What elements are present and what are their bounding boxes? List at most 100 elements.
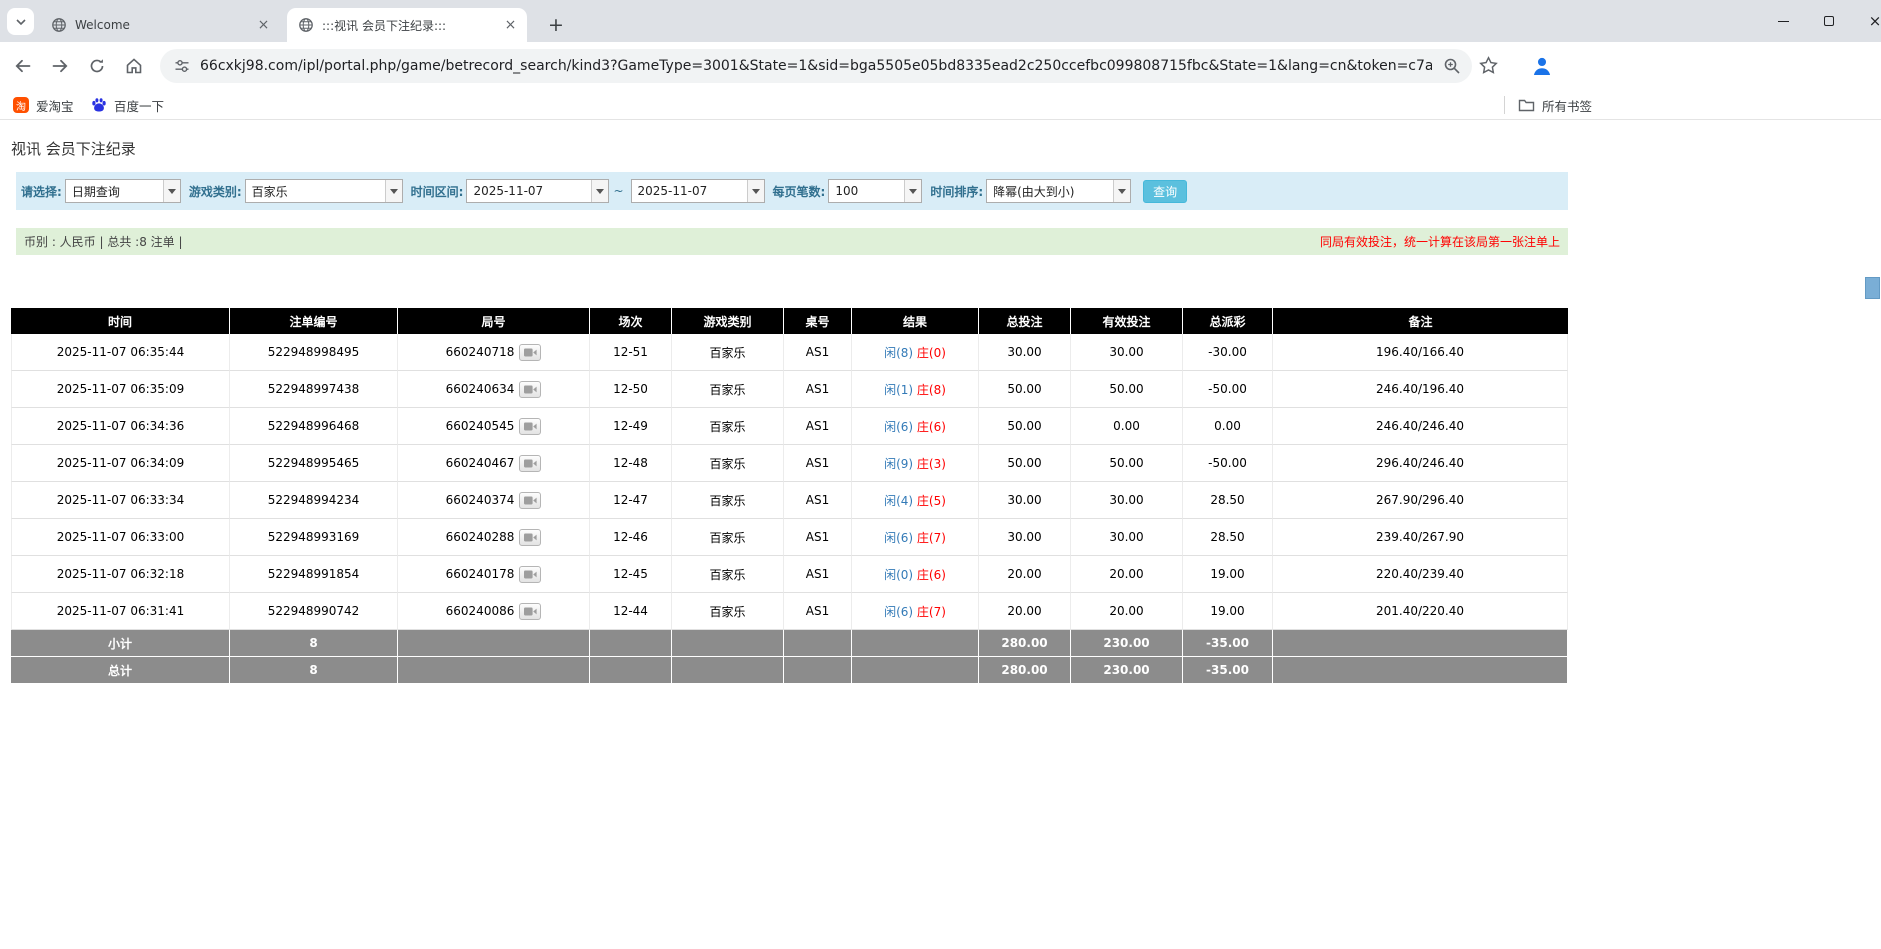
- cell-valid-bet: 0.00: [1071, 408, 1183, 445]
- cell-time: 2025-11-07 06:32:18: [11, 556, 230, 593]
- cell-remark: 246.40/196.40: [1273, 371, 1568, 408]
- cell-table-number: AS1: [784, 334, 852, 371]
- cell-remark: 239.40/267.90: [1273, 519, 1568, 556]
- replay-video-button[interactable]: [519, 566, 541, 583]
- game-type-select[interactable]: 百家乐: [245, 179, 403, 203]
- cell-game-type: 百家乐: [672, 371, 784, 408]
- cell-bet-number: 522948994234: [230, 482, 398, 519]
- date-from-select[interactable]: 2025-11-07: [466, 179, 609, 203]
- cell-total-bet[interactable]: 30.00: [979, 334, 1071, 371]
- cell-total-bet[interactable]: 30.00: [979, 482, 1071, 519]
- cell-result: 闲(6) 庄(7): [852, 593, 979, 630]
- cell-round-number: 660240545: [398, 408, 590, 445]
- cell-payout: 0.00: [1183, 408, 1273, 445]
- page-size-select[interactable]: 100: [828, 179, 922, 203]
- table-row: 2025-11-07 06:33:34522948994234660240374…: [11, 482, 1568, 519]
- query-type-select[interactable]: 日期查询: [65, 179, 181, 203]
- bookmark-taobao[interactable]: 淘 爱淘宝: [6, 93, 81, 117]
- search-button[interactable]: 查询: [1143, 180, 1187, 203]
- cell-game-type: 百家乐: [672, 334, 784, 371]
- refresh-icon: [88, 57, 106, 75]
- globe-icon: [298, 17, 314, 33]
- cell-round-number: 660240086: [398, 593, 590, 630]
- table-row: 2025-11-07 06:34:09522948995465660240467…: [11, 445, 1568, 482]
- cell-game-type: 百家乐: [672, 408, 784, 445]
- replay-video-button[interactable]: [519, 455, 541, 472]
- site-info-icon[interactable]: [174, 58, 190, 74]
- close-tab-icon[interactable]: ×: [502, 17, 519, 34]
- subtotal-row-valid_bet: 230.00: [1071, 630, 1183, 657]
- page-size-label: 每页笔数:: [773, 183, 826, 200]
- result-banker: 庄(0): [917, 346, 946, 360]
- url-bar[interactable]: 66cxkj98.com/ipl/portal.php/game/betreco…: [160, 49, 1472, 83]
- cell-result: 闲(0) 庄(6): [852, 556, 979, 593]
- date-range-label: 时间区间:: [411, 183, 464, 200]
- cell-total-bet[interactable]: 20.00: [979, 556, 1071, 593]
- cell-result: 闲(8) 庄(0): [852, 334, 979, 371]
- chevron-down-icon: [904, 180, 921, 202]
- cell-time: 2025-11-07 06:35:09: [11, 371, 230, 408]
- home-button[interactable]: [117, 49, 151, 83]
- cell-payout: -50.00: [1183, 445, 1273, 482]
- cell-total-bet[interactable]: 50.00: [979, 371, 1071, 408]
- close-tab-icon[interactable]: ×: [255, 17, 272, 34]
- cell-total-bet[interactable]: 50.00: [979, 445, 1071, 482]
- cell-session: 12-50: [590, 371, 672, 408]
- cell-total-bet[interactable]: 20.00: [979, 593, 1071, 630]
- cell-bet-number: 522948997438: [230, 371, 398, 408]
- maximize-button[interactable]: [1806, 0, 1852, 42]
- navigation-bar: 66cxkj98.com/ipl/portal.php/game/betreco…: [0, 42, 1881, 90]
- cell-result: 闲(6) 庄(6): [852, 408, 979, 445]
- cell-payout: -30.00: [1183, 334, 1273, 371]
- table-row: 2025-11-07 06:34:36522948996468660240545…: [11, 408, 1568, 445]
- column-header: 结果: [852, 308, 979, 334]
- tab-bet-records[interactable]: :::视讯 会员下注纪录::: ×: [287, 8, 527, 42]
- bookmark-star-icon[interactable]: [1478, 55, 1499, 80]
- new-tab-button[interactable]: +: [542, 11, 570, 39]
- result-banker: 庄(8): [917, 383, 946, 397]
- scrollbar-thumb[interactable]: [1865, 277, 1880, 299]
- sort-order-select[interactable]: 降幂(由大到小): [986, 179, 1131, 203]
- bookmark-baidu[interactable]: 百度一下: [84, 93, 171, 117]
- cell-valid-bet: 50.00: [1071, 371, 1183, 408]
- round-number: 660240545: [446, 419, 515, 433]
- cell-round-number: 660240718: [398, 334, 590, 371]
- replay-video-button[interactable]: [519, 529, 541, 546]
- cell-total-bet[interactable]: 30.00: [979, 519, 1071, 556]
- cell-bet-number: 522948990742: [230, 593, 398, 630]
- zoom-icon[interactable]: [1443, 57, 1461, 79]
- cell-total-bet[interactable]: 50.00: [979, 408, 1071, 445]
- replay-video-button[interactable]: [519, 344, 541, 361]
- tab-search-button[interactable]: [7, 8, 34, 35]
- all-bookmarks-button[interactable]: 所有书签: [1511, 93, 1599, 117]
- reload-button[interactable]: [80, 49, 114, 83]
- date-to-select[interactable]: 2025-11-07: [631, 179, 765, 203]
- minimize-button[interactable]: [1760, 0, 1806, 42]
- filter-bar: 请选择: 日期查询 游戏类别: 百家乐 时间区间: 2025-11-07 ~ 2…: [16, 172, 1568, 210]
- replay-video-button[interactable]: [519, 492, 541, 509]
- close-window-button[interactable]: ×: [1852, 0, 1881, 42]
- cell-table-number: AS1: [784, 445, 852, 482]
- cell-session: 12-44: [590, 593, 672, 630]
- replay-video-button[interactable]: [519, 418, 541, 435]
- column-header: 总投注: [979, 308, 1071, 334]
- replay-video-button[interactable]: [519, 603, 541, 620]
- table-row: 2025-11-07 06:35:09522948997438660240634…: [11, 371, 1568, 408]
- cell-table-number: AS1: [784, 482, 852, 519]
- tab-strip: Welcome × :::视讯 会员下注纪录::: × + ×: [0, 0, 1881, 42]
- cell-table-number: AS1: [784, 408, 852, 445]
- replay-video-button[interactable]: [519, 381, 541, 398]
- cell-table-number: AS1: [784, 556, 852, 593]
- result-player: 闲(1): [884, 383, 913, 397]
- profile-avatar-icon[interactable]: [1530, 54, 1554, 82]
- cell-remark: 220.40/239.40: [1273, 556, 1568, 593]
- table-header-row: 时间注单编号局号场次游戏类别桌号结果总投注有效投注总派彩备注: [11, 308, 1568, 334]
- tab-welcome[interactable]: Welcome ×: [40, 8, 280, 42]
- cell-result: 闲(9) 庄(3): [852, 445, 979, 482]
- subtotal-row-empty: [590, 630, 672, 657]
- result-banker: 庄(5): [917, 494, 946, 508]
- forward-button[interactable]: [43, 49, 77, 83]
- cell-result: 闲(1) 庄(8): [852, 371, 979, 408]
- round-number: 660240288: [446, 530, 515, 544]
- back-button[interactable]: [6, 49, 40, 83]
